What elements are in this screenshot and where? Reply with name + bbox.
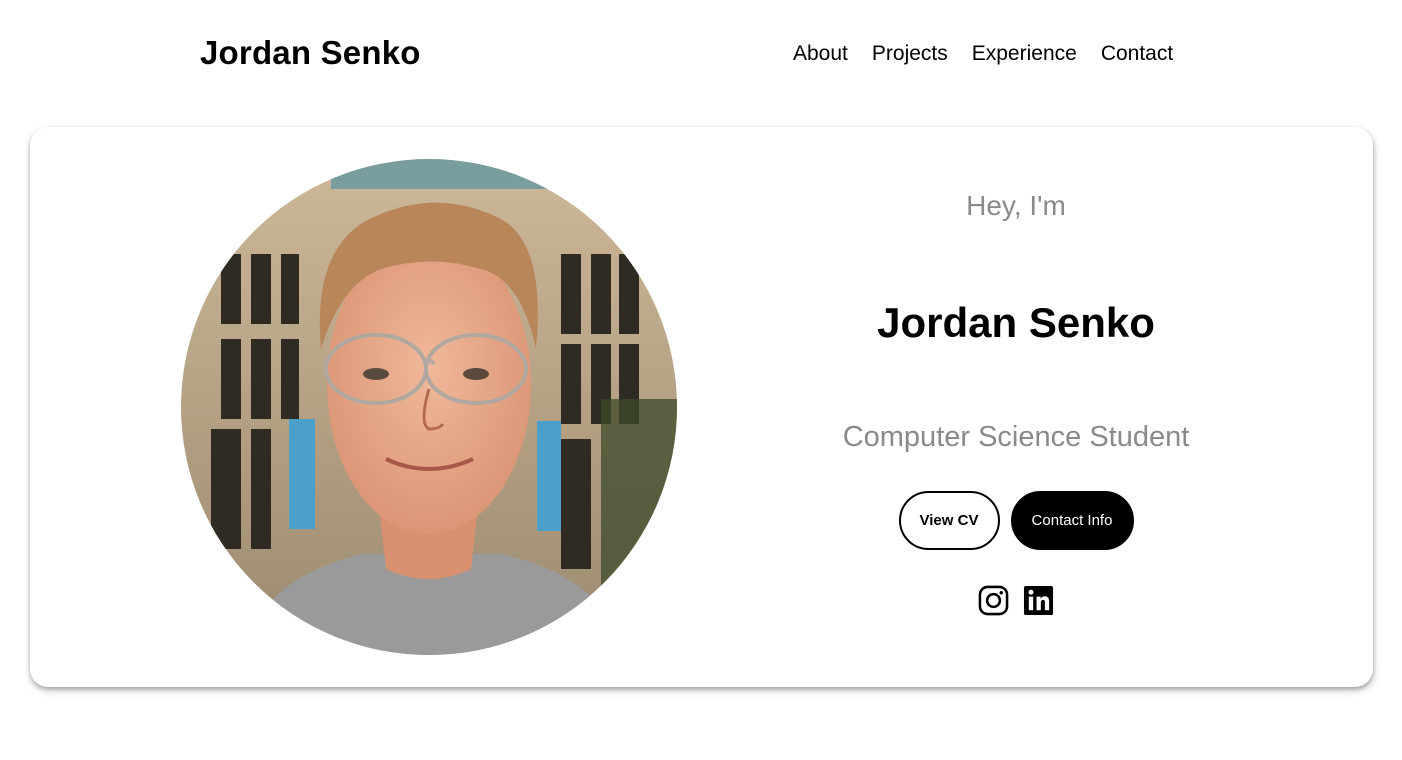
social-links bbox=[716, 585, 1316, 616]
instagram-icon[interactable] bbox=[978, 585, 1009, 616]
nav-link-about[interactable]: About bbox=[793, 42, 848, 65]
hero-buttons: View CV Contact Info bbox=[716, 491, 1316, 550]
contact-info-button[interactable]: Contact Info bbox=[1010, 491, 1134, 550]
hero-role: Computer Science Student bbox=[842, 421, 1190, 453]
profile-photo bbox=[181, 159, 677, 655]
linkedin-icon[interactable] bbox=[1023, 585, 1054, 616]
nav-links: About Projects Experience Contact bbox=[793, 42, 1173, 66]
hero-name: Jordan Senko bbox=[877, 299, 1155, 346]
nav-link-projects[interactable]: Projects bbox=[872, 42, 948, 65]
site-logo[interactable]: Jordan Senko bbox=[200, 34, 421, 72]
nav-link-contact[interactable]: Contact bbox=[1101, 42, 1173, 65]
view-cv-button[interactable]: View CV bbox=[898, 491, 1000, 550]
hero-card: Hey, I'm Jordan Senko Computer Science S… bbox=[30, 127, 1373, 687]
nav-link-experience[interactable]: Experience bbox=[972, 42, 1077, 65]
site-header: Jordan Senko About Projects Experience C… bbox=[0, 0, 1402, 110]
hero-greeting: Hey, I'm bbox=[966, 190, 1066, 221]
